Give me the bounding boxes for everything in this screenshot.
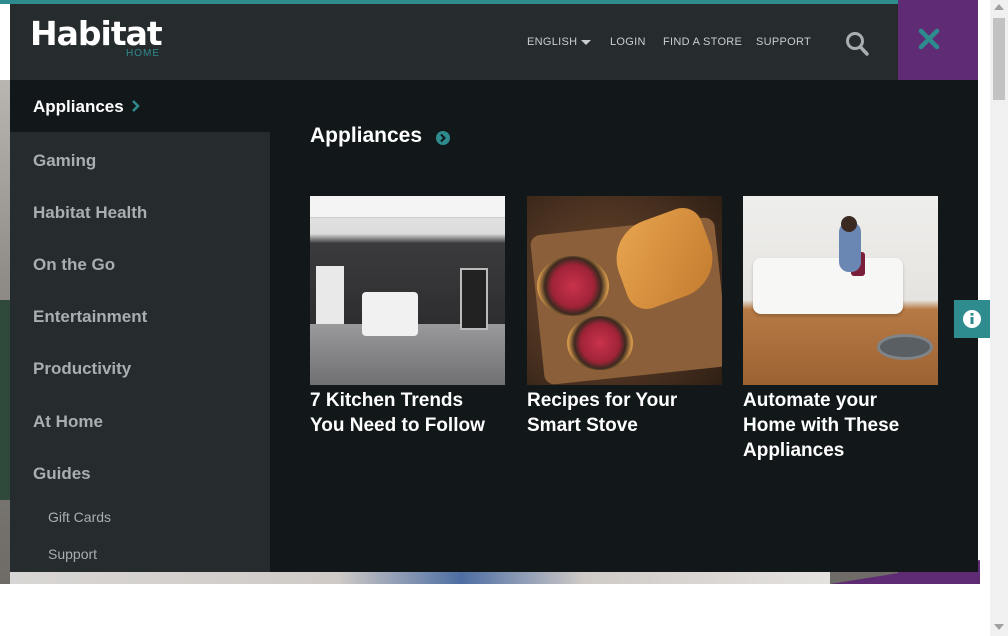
background-strip [10,570,830,584]
sidebar-item-on-the-go[interactable]: On the Go [33,255,115,275]
chevron-right-icon [132,100,140,112]
info-tab[interactable] [954,300,990,338]
living-room-image[interactable] [743,196,938,385]
chevron-down-icon [581,39,592,45]
sidebar-item-gaming[interactable]: Gaming [33,151,96,171]
sidebar-item-guides[interactable]: Guides [33,464,91,484]
beef-wellington-image[interactable] [527,196,722,385]
sidebar-item-at-home[interactable]: At Home [33,412,103,432]
article-card-title[interactable]: Recipes for Your Smart Stove [527,388,722,438]
sidebar-item-habitat-health[interactable]: Habitat Health [33,203,147,223]
info-icon [963,310,981,328]
language-selector[interactable]: ENGLISH [527,36,592,48]
close-icon[interactable] [918,28,940,50]
scrollbar-thumb[interactable] [993,18,1005,100]
support-link[interactable]: SUPPORT [756,36,811,48]
find-store-link[interactable]: FIND A STORE [663,36,742,48]
scroll-up-arrow-icon[interactable] [994,4,1004,10]
sidebar-item-appliances[interactable]: Appliances [10,80,270,132]
article-card-title[interactable]: 7 Kitchen Trends You Need to Follow [310,388,505,438]
article-card-recipes[interactable]: Recipes for Your Smart Stove [527,196,722,438]
sidebar-item-label: Appliances [33,97,124,116]
language-label: ENGLISH [527,36,578,48]
login-link[interactable]: LOGIN [610,36,646,48]
search-icon[interactable] [845,31,869,57]
article-card-title[interactable]: Automate your Home with These Appliances [743,388,938,463]
logo[interactable]: Habitat [30,16,163,52]
sidebar-subitem-support[interactable]: Support [48,546,97,562]
sidebar: Gaming Habitat Health On the Go Entertai… [10,132,270,572]
article-card-automate-home[interactable]: Automate your Home with These Appliances [743,196,938,463]
page: Habitat HOME ENGLISH LOGIN FIND A STORE … [0,0,1008,636]
scroll-down-arrow-icon[interactable] [994,624,1004,630]
logo-subtitle: HOME [126,48,160,59]
sidebar-item-productivity[interactable]: Productivity [33,359,131,379]
sidebar-item-entertainment[interactable]: Entertainment [33,307,147,327]
sidebar-subitem-gift-cards[interactable]: Gift Cards [48,509,111,525]
mega-menu: Appliances Gaming Habitat Health On the … [10,80,978,572]
kitchen-image[interactable] [310,196,505,385]
content-title[interactable]: Appliances [310,124,422,148]
article-card-kitchen-trends[interactable]: 7 Kitchen Trends You Need to Follow [310,196,505,438]
arrow-circle-icon[interactable] [436,131,450,145]
site-header: Habitat HOME ENGLISH LOGIN FIND A STORE … [10,4,898,80]
